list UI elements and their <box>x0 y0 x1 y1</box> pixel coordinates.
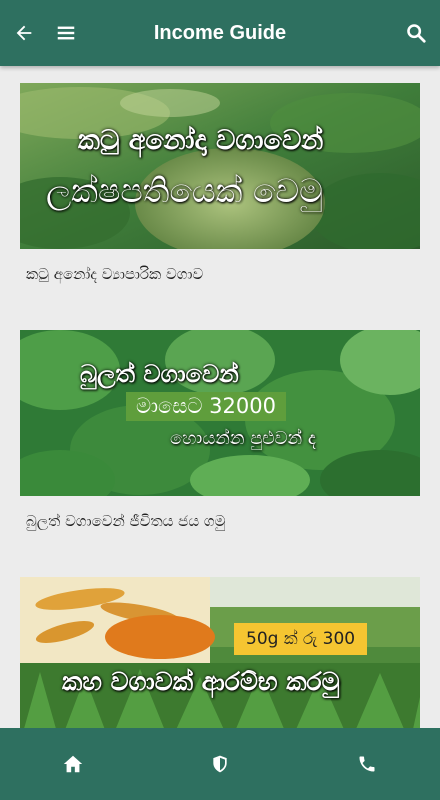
shield-icon <box>213 755 227 773</box>
bottom-navigation <box>0 728 440 800</box>
nav-privacy-button[interactable] <box>190 734 250 794</box>
banner-subheadline: ලක්ෂපතියෙක් වෙමු <box>46 171 323 210</box>
article-card[interactable]: කටු අනෝදා වගාවෙන් ලක්ෂපතියෙක් වෙමු කටු අ… <box>20 83 420 283</box>
app-title: Income Guide <box>153 21 287 44</box>
arrow-left-icon <box>16 25 32 41</box>
nav-home-button[interactable] <box>43 734 103 794</box>
soursop-photo <box>20 83 420 249</box>
search-icon <box>407 24 426 43</box>
banner-headline: කහ වගාවක් ආරම්භ කරමු <box>62 667 340 696</box>
article-title[interactable]: කටු අනෝද ව්‍යාපාරික වගාව <box>20 265 420 283</box>
search-button[interactable] <box>394 0 438 66</box>
app-bar: Income Guide <box>0 0 440 66</box>
article-card[interactable]: 50g ක් රු 300 කහ වගාවක් ආරම්භ කරමු <box>20 577 420 728</box>
banner-headline: බුලත් වගාවෙන් <box>80 360 239 388</box>
banner-subheadline: හොයන්න පුළුවන් ද <box>170 428 316 449</box>
banner-headline: කටු අනෝදා වගාවෙන් <box>78 125 324 156</box>
article-title[interactable]: බුලත් වගාවෙන් ජීවිතය ජය ගමු <box>20 512 420 530</box>
article-banner-betel[interactable]: බුලත් වගාවෙන් මාසෙට 32000 හොයන්න පුළුවන්… <box>20 330 420 496</box>
hamburger-menu-icon <box>57 26 75 40</box>
back-button[interactable] <box>2 0 46 66</box>
menu-button[interactable] <box>44 0 88 66</box>
article-banner-soursop[interactable]: කටු අනෝදා වගාවෙන් ලක්ෂපතියෙක් වෙමු <box>20 83 420 249</box>
income-badge: මාසෙට 32000 <box>126 392 286 421</box>
article-banner-turmeric[interactable]: 50g ක් රු 300 කහ වගාවක් ආරම්භ කරමු <box>20 577 420 728</box>
phone-icon <box>359 756 375 772</box>
price-badge: 50g ක් රු 300 <box>234 623 368 655</box>
article-card[interactable]: බුලත් වගාවෙන් මාසෙට 32000 හොයන්න පුළුවන්… <box>20 330 420 530</box>
home-icon <box>64 755 83 773</box>
article-feed: කටු අනෝදා වගාවෙන් ලක්ෂපතියෙක් වෙමු කටු අ… <box>0 66 440 728</box>
nav-call-button[interactable] <box>337 734 397 794</box>
